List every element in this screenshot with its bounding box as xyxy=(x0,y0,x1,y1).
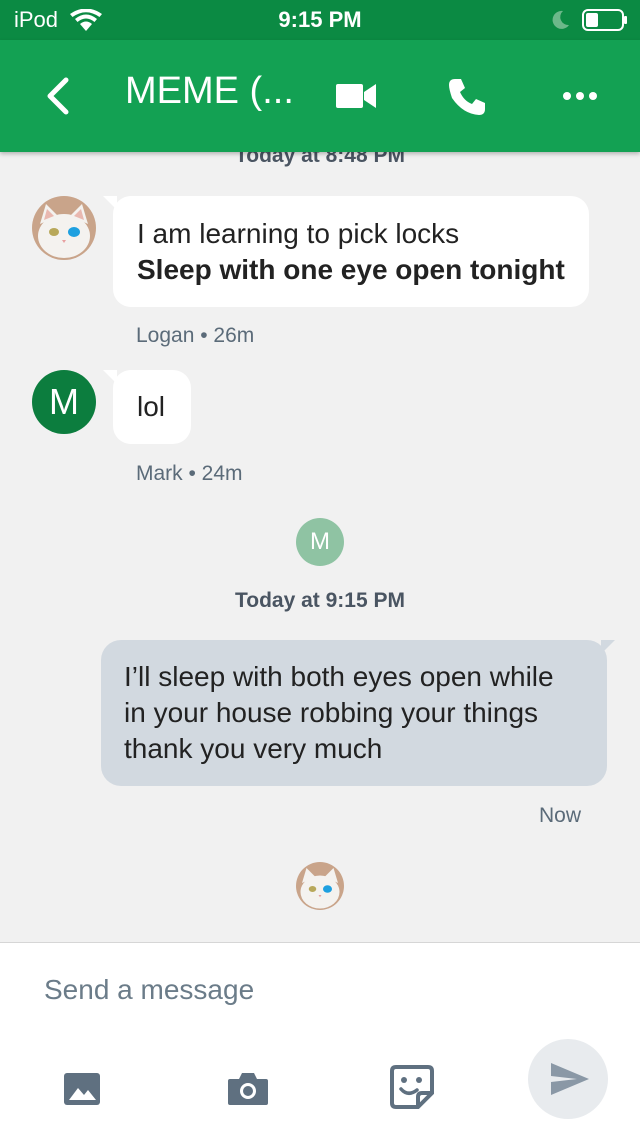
message-text-bold: Sleep with one eye open tonight xyxy=(137,254,565,285)
image-icon[interactable] xyxy=(62,1069,102,1109)
avatar-initial: M xyxy=(310,528,330,555)
message-input[interactable] xyxy=(42,973,546,1007)
composer xyxy=(0,942,640,1136)
more-horizontal-icon[interactable] xyxy=(560,88,600,104)
message-list[interactable]: Today at 8:48 PM I am learning to pick l… xyxy=(0,152,640,942)
avatar[interactable]: M xyxy=(32,370,96,434)
conversation-title[interactable]: MEME (... xyxy=(125,70,294,113)
camera-icon[interactable] xyxy=(226,1069,270,1109)
outgoing-message-bubble[interactable]: I’ll sleep with both eyes open while in … xyxy=(101,640,615,786)
chevron-left-icon[interactable] xyxy=(40,76,80,116)
timestamp-divider: Today at 9:15 PM xyxy=(235,589,405,612)
phone-icon[interactable] xyxy=(446,76,488,118)
moon-icon xyxy=(552,10,569,29)
read-receipt-avatar: M xyxy=(296,518,344,566)
message-text: I’ll sleep with both eyes open while xyxy=(124,661,554,692)
message-meta: Mark • 24m xyxy=(136,462,243,485)
message-text: thank you very much xyxy=(124,733,383,764)
sticker-icon[interactable] xyxy=(390,1065,434,1109)
status-time: 9:15 PM xyxy=(278,7,362,32)
message-text: lol xyxy=(137,391,166,422)
cat-avatar[interactable] xyxy=(32,196,96,260)
video-camera-icon[interactable] xyxy=(334,79,378,113)
send-icon xyxy=(551,1063,589,1095)
timestamp-divider: Today at 8:48 PM xyxy=(235,152,405,167)
message-text: I am learning to pick locks xyxy=(137,218,460,249)
read-receipt-cat-avatar xyxy=(296,862,344,910)
message-meta: Logan • 26m xyxy=(136,324,255,347)
message-meta: Now xyxy=(539,804,582,827)
avatar-initial: M xyxy=(49,381,79,422)
message-bubble[interactable]: lol xyxy=(103,370,191,444)
battery-icon xyxy=(582,9,627,31)
message-text: in your house robbing your things xyxy=(124,697,539,728)
status-bar: iPod 9:15 PM xyxy=(0,0,640,40)
app-header: MEME (... xyxy=(0,40,640,152)
message-bubble[interactable]: I am learning to pick locks Sleep with o… xyxy=(103,196,589,307)
send-button[interactable] xyxy=(528,1039,608,1119)
